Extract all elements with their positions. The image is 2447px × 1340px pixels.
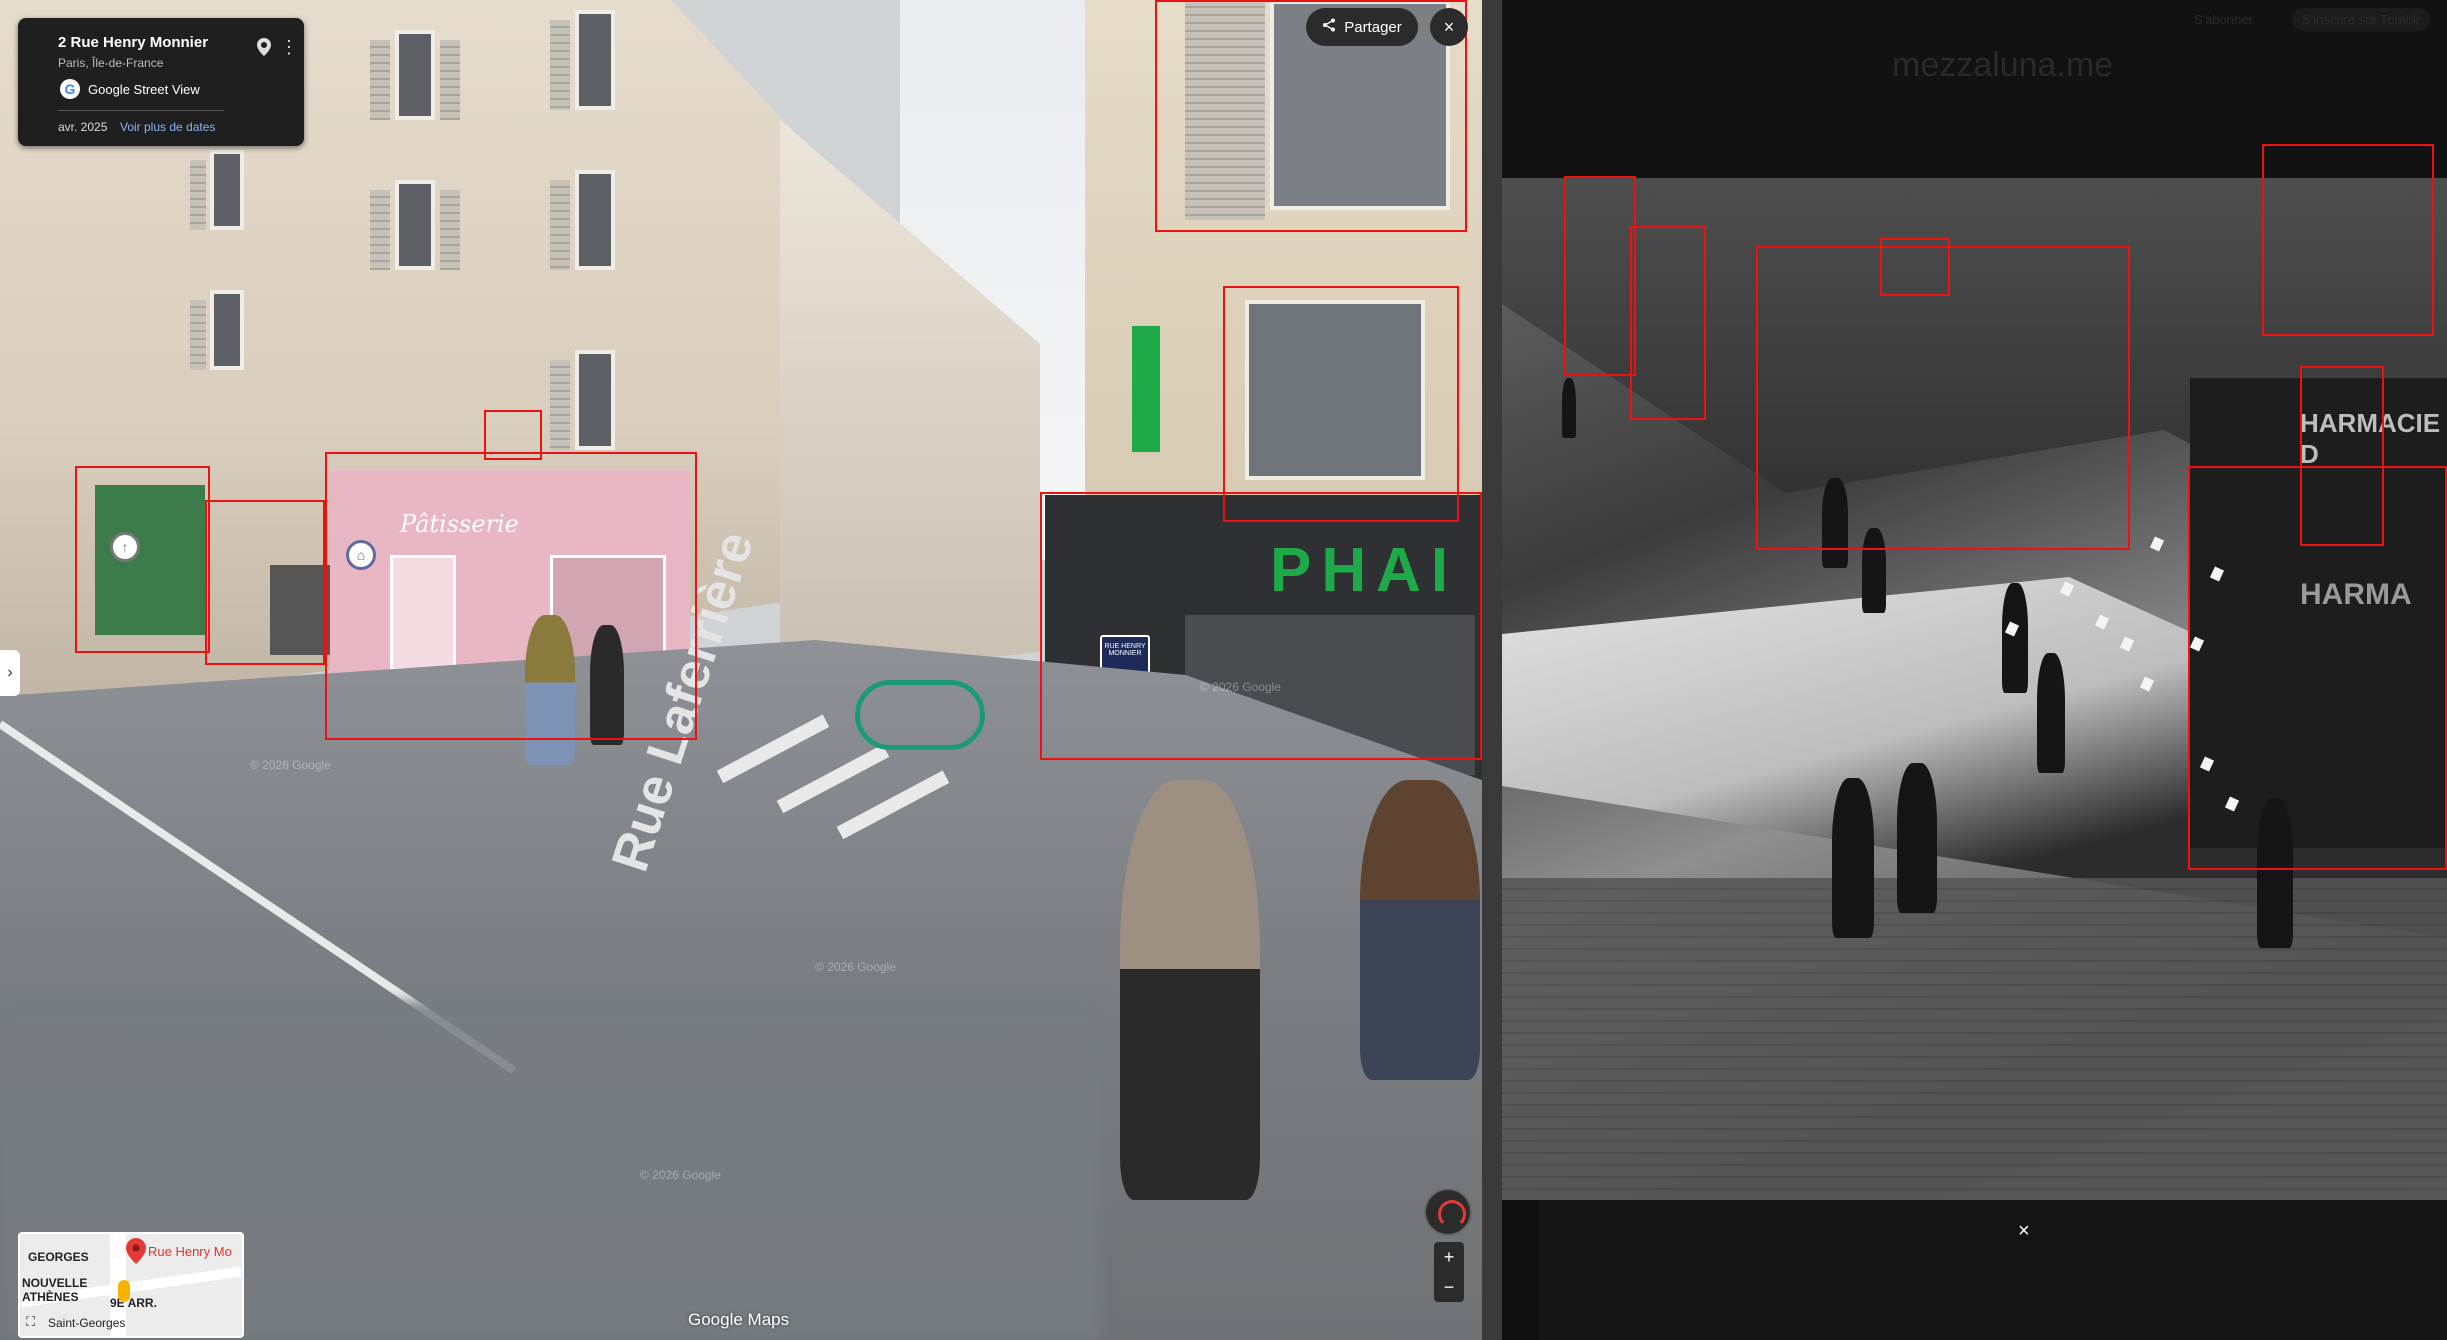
- close-icon: ×: [1443, 17, 1455, 37]
- map-label: ATHÈNES: [22, 1290, 79, 1304]
- pharmacy-cross-sign: [1132, 326, 1160, 452]
- window-shutter: [190, 300, 206, 370]
- watermark: © 2026 Google: [640, 1168, 721, 1182]
- rental-bike: [855, 680, 985, 750]
- brand-logo: mezzaluna.me: [1892, 46, 2114, 84]
- nav-arrow-icon[interactable]: ⌂: [346, 540, 376, 570]
- source-label: Google Street View: [88, 82, 200, 97]
- signup-button[interactable]: S'inscrire sur Tumblr: [2292, 8, 2431, 31]
- map-street-label: Rue Henry Mo: [148, 1244, 232, 1259]
- map-label: GEORGES: [28, 1250, 89, 1264]
- map-label: 9E ARR.: [110, 1296, 157, 1310]
- photo-figure: [1562, 378, 1576, 438]
- window: [395, 180, 435, 270]
- place-title: 2 Rue Henry Monnier: [58, 34, 209, 51]
- annotation-box: [1630, 226, 1706, 420]
- more-vert-icon[interactable]: ⋮: [280, 38, 298, 58]
- pegman-icon: [118, 1280, 130, 1302]
- window: [210, 290, 244, 370]
- window-shutter: [440, 40, 460, 120]
- annotation-box: [75, 466, 210, 653]
- chevron-right-icon: ›: [7, 664, 13, 681]
- window: [395, 30, 435, 120]
- window: [575, 10, 615, 110]
- close-icon[interactable]: ×: [2018, 1220, 2030, 1243]
- zoom-out-button[interactable]: −: [1434, 1272, 1464, 1302]
- close-button[interactable]: ×: [1430, 8, 1468, 46]
- window-shutter: [370, 190, 390, 270]
- expand-panel-tab[interactable]: ›: [0, 650, 20, 696]
- annotation-box: [1880, 238, 1950, 296]
- capture-date: avr. 2025: [58, 120, 108, 134]
- annotation-box: [484, 410, 542, 460]
- split-divider[interactable]: [1482, 0, 1502, 1340]
- nav-arrow-icon[interactable]: ↑: [110, 532, 140, 562]
- annotation-box: [325, 452, 697, 740]
- card-divider: [58, 110, 224, 111]
- flying-paper: [2149, 536, 2165, 552]
- window-shutter: [190, 160, 206, 230]
- window: [575, 170, 615, 270]
- annotation-box: [2188, 466, 2447, 870]
- historical-photo-pane: mezzaluna.me S'abonner S'inscrire sur Tu…: [1502, 0, 2447, 1340]
- window-shutter: [370, 40, 390, 120]
- google-g-logo-icon: G: [60, 79, 80, 99]
- photo-figure: [1897, 763, 1937, 913]
- annotation-box: [205, 500, 325, 665]
- window-shutter: [550, 20, 570, 110]
- window-shutter: [440, 190, 460, 270]
- compass-icon: [1438, 1200, 1466, 1228]
- subscribe-link[interactable]: S'abonner: [2194, 12, 2253, 27]
- map-pin-icon: [126, 1238, 146, 1264]
- zoom-in-button[interactable]: +: [1434, 1242, 1464, 1272]
- window: [210, 150, 244, 230]
- photo-figure: [2002, 583, 2028, 693]
- place-info-card: 2 Rue Henry Monnier Paris, Île-de-France…: [18, 18, 304, 146]
- photo-footer: ×: [1538, 1200, 2447, 1340]
- window-shutter: [550, 360, 570, 450]
- google-maps-logo: Google Maps: [688, 1310, 790, 1329]
- minimap[interactable]: GEORGES NOUVELLE ATHÈNES 9E ARR. Saint-G…: [18, 1232, 244, 1338]
- watermark: © 2026 Google: [250, 758, 331, 772]
- pedestrian: [1120, 780, 1260, 1200]
- location-pin-icon[interactable]: [254, 38, 274, 58]
- more-dates-link[interactable]: Voir plus de dates: [120, 120, 215, 134]
- place-subtitle: Paris, Île-de-France: [58, 56, 164, 70]
- street-view-pane[interactable]: Pâtisserie PHAI RUE HENRY MONNIER Rue La…: [0, 0, 1482, 1340]
- share-label: Partager: [1344, 18, 1402, 36]
- window-shutter: [550, 180, 570, 270]
- watermark: © 2026 Google: [1200, 680, 1281, 694]
- map-label: NOUVELLE: [22, 1276, 88, 1290]
- annotation-box: [1040, 492, 1482, 760]
- zoom-control: + −: [1434, 1242, 1464, 1302]
- pedestrian: [1360, 780, 1480, 1080]
- annotation-box: [1564, 176, 1636, 376]
- compass-control[interactable]: [1424, 1188, 1472, 1236]
- annotation-box: [1223, 286, 1459, 522]
- cobblestones: [1502, 878, 2447, 1200]
- window: [575, 350, 615, 450]
- photo-figure: [2037, 653, 2065, 773]
- watermark: © 2026 Google: [815, 960, 896, 974]
- share-button[interactable]: Partager: [1306, 8, 1418, 46]
- share-icon: [1322, 18, 1336, 36]
- expand-map-icon[interactable]: ⛶: [26, 1314, 42, 1330]
- photo-figure: [1832, 778, 1874, 938]
- map-label: Saint-Georges: [48, 1316, 126, 1330]
- annotation-box: [2262, 144, 2434, 336]
